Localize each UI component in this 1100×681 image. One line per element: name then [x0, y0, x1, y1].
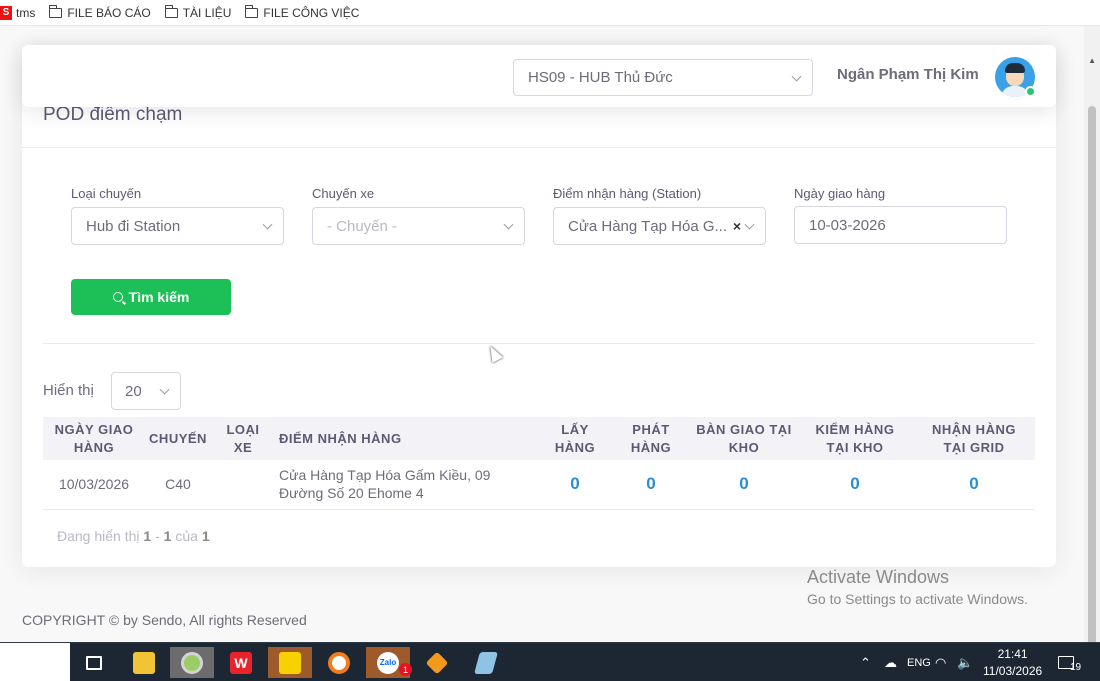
sticky-notes-icon[interactable] [268, 647, 312, 678]
pod-table: NGÀY GIAO HÀNG CHUYẾN LOẠI XE ĐIỂM NHẬN HÀ… [43, 417, 1035, 510]
cell-handover-link[interactable]: 0 [691, 460, 797, 509]
col-pickup[interactable]: LẤY HÀNG [539, 417, 611, 460]
zalo-icon[interactable]: Zalo 1 [366, 647, 412, 678]
taskbar: W Zalo 1 ⌃ ☁ ENG ◠ 🔈 21:41 11/03/2026 19 [0, 642, 1100, 681]
scroll-up-icon[interactable]: ▲ [1088, 56, 1096, 65]
col-deliver[interactable]: PHÁT HÀNG [611, 417, 691, 460]
chevron-down-icon [791, 71, 802, 82]
bookmark-label: FILE BÁO CÁO [67, 5, 151, 20]
paging-info: Đang hiển thị 1 - 1 của 1 [57, 528, 210, 544]
col-point[interactable]: ĐIỂM NHẬN HÀNG [275, 417, 539, 460]
watermark-title: Activate Windows [807, 567, 950, 587]
cell-vehicle [211, 460, 275, 509]
task-view-icon[interactable] [72, 647, 116, 678]
notification-count: 19 [1070, 662, 1082, 673]
bookmark-tms[interactable]: S tms [0, 5, 36, 20]
station-select[interactable]: Cửa Hàng Tạp Hóa G... × [553, 207, 766, 245]
table-header-row: NGÀY GIAO HÀNG CHUYẾN LOẠI XE ĐIỂM NHẬN HÀ… [43, 417, 1035, 460]
bookmark-file-cong-viec[interactable]: FILE CÔNG VIỆC [245, 4, 360, 20]
trip-type-select[interactable]: Hub đi Station [71, 207, 284, 245]
chevron-down-icon [503, 219, 514, 230]
bookmark-label: TÀI LIỆU [182, 5, 232, 20]
col-handover[interactable]: BÀN GIAO TẠI KHO [691, 417, 797, 460]
bookmarks-bar: S tms FILE BÁO CÁO TÀI LIỆU FILE CÔNG VI… [0, 0, 1100, 26]
windows-activation-watermark: Activate Windows Go to Settings to activ… [807, 567, 1028, 607]
col-check[interactable]: KIỂM HÀNG TẠI KHO [797, 417, 913, 460]
scrollbar-thumb[interactable] [1088, 106, 1096, 662]
user-name[interactable]: Ngân Phạm Thị Kim [837, 66, 979, 83]
cell-trip: C40 [165, 476, 191, 493]
trip-type-value: Hub đi Station [86, 217, 181, 235]
online-status-icon [1025, 86, 1036, 97]
wifi-icon[interactable]: ◠ [935, 643, 946, 681]
divider [22, 147, 1056, 148]
clear-icon[interactable]: × [733, 218, 741, 234]
taskbar-search-area[interactable] [0, 643, 70, 681]
page-size-select[interactable]: 20 [111, 372, 181, 410]
zalo-badge: 1 [399, 663, 412, 676]
date-input[interactable]: 10-03-2026 [794, 206, 1007, 244]
date-value: 10-03-2026 [809, 216, 886, 234]
cell-deliver-link[interactable]: 0 [611, 460, 691, 509]
divider [43, 343, 1035, 344]
chevron-down-icon [744, 219, 755, 230]
table-row: 10/03/2026 C40 Cửa Hàng Tạp Hóa Gấm Kiều… [43, 460, 1035, 509]
search-icon [112, 292, 123, 302]
volume-icon[interactable]: 🔈 [957, 643, 973, 681]
page-size-label: Hiển thị [43, 382, 94, 399]
hub-select-value: HS09 - HUB Thủ Đức [528, 69, 673, 86]
trip-select[interactable]: - Chuyến - [312, 207, 525, 245]
search-button[interactable]: Tìm kiếm [71, 279, 231, 315]
search-button-label: Tìm kiếm [128, 289, 190, 305]
cell-receive-link[interactable]: 0 [913, 460, 1035, 509]
station-label: Điểm nhận hàng (Station) [553, 186, 702, 201]
cell-date: 10/03/2026 [58, 476, 130, 493]
wps-office-icon[interactable]: W [219, 647, 263, 678]
clock-time: 21:41 [997, 647, 1028, 661]
watermark-subtitle: Go to Settings to activate Windows. [807, 591, 1028, 607]
page-scrollbar[interactable]: ▲ [1084, 26, 1100, 662]
trip-label: Chuyến xe [312, 186, 375, 201]
onedrive-icon[interactable]: ☁ [884, 643, 897, 681]
notification-center-icon[interactable]: 19 [1058, 643, 1081, 681]
chevron-down-icon [159, 384, 170, 395]
folder-icon [245, 4, 259, 18]
notepad-icon[interactable] [464, 647, 508, 678]
cell-point: Cửa Hàng Tạp Hóa Gấm Kiều, 09 Đường Số 2… [279, 467, 491, 502]
bookmark-tai-lieu[interactable]: TÀI LIỆU [164, 4, 232, 20]
tray-chevron-up-icon[interactable]: ⌃ [860, 643, 871, 681]
col-receive[interactable]: NHẬN HÀNG TẠI GRID [913, 417, 1035, 460]
top-navbar: HS09 - HUB Thủ Đức Ngân Phạm Thị Kim [22, 45, 1056, 107]
clock[interactable]: 21:41 11/03/2026 [983, 646, 1042, 680]
hub-select[interactable]: HS09 - HUB Thủ Đức [513, 59, 813, 96]
cell-check-link[interactable]: 0 [797, 460, 913, 509]
tms-logo-icon: S [0, 5, 12, 20]
chrome-icon[interactable] [170, 647, 214, 678]
folder-icon [49, 4, 63, 18]
trip-placeholder: - Chuyến - [327, 217, 398, 235]
foxit-icon[interactable] [415, 647, 459, 678]
col-date[interactable]: NGÀY GIAO HÀNG [43, 417, 145, 460]
page-title: POD điểm chạm [43, 104, 183, 125]
app-circle-icon[interactable] [317, 647, 361, 678]
col-vehicle[interactable]: LOẠI XE [211, 417, 275, 460]
page-size-value: 20 [125, 382, 142, 400]
date-label: Ngày giao hàng [794, 186, 886, 201]
trip-type-label: Loại chuyến [71, 186, 142, 201]
col-trip[interactable]: CHUYẾN [145, 417, 211, 460]
input-method-indicator[interactable]: ENG [907, 643, 931, 681]
clock-date: 11/03/2026 [983, 664, 1043, 678]
copyright: COPYRIGHT © by Sendo, All rights Reserve… [22, 612, 307, 628]
folder-icon [164, 4, 178, 18]
bookmark-file-bao-cao[interactable]: FILE BÁO CÁO [49, 4, 151, 20]
bookmark-label: tms [16, 5, 36, 20]
bookmark-label: FILE CÔNG VIỆC [263, 5, 360, 20]
chevron-down-icon [262, 219, 273, 230]
station-value: Cửa Hàng Tạp Hóa G... [568, 217, 728, 235]
file-explorer-icon[interactable] [122, 647, 166, 678]
cell-pickup-link[interactable]: 0 [539, 460, 611, 509]
